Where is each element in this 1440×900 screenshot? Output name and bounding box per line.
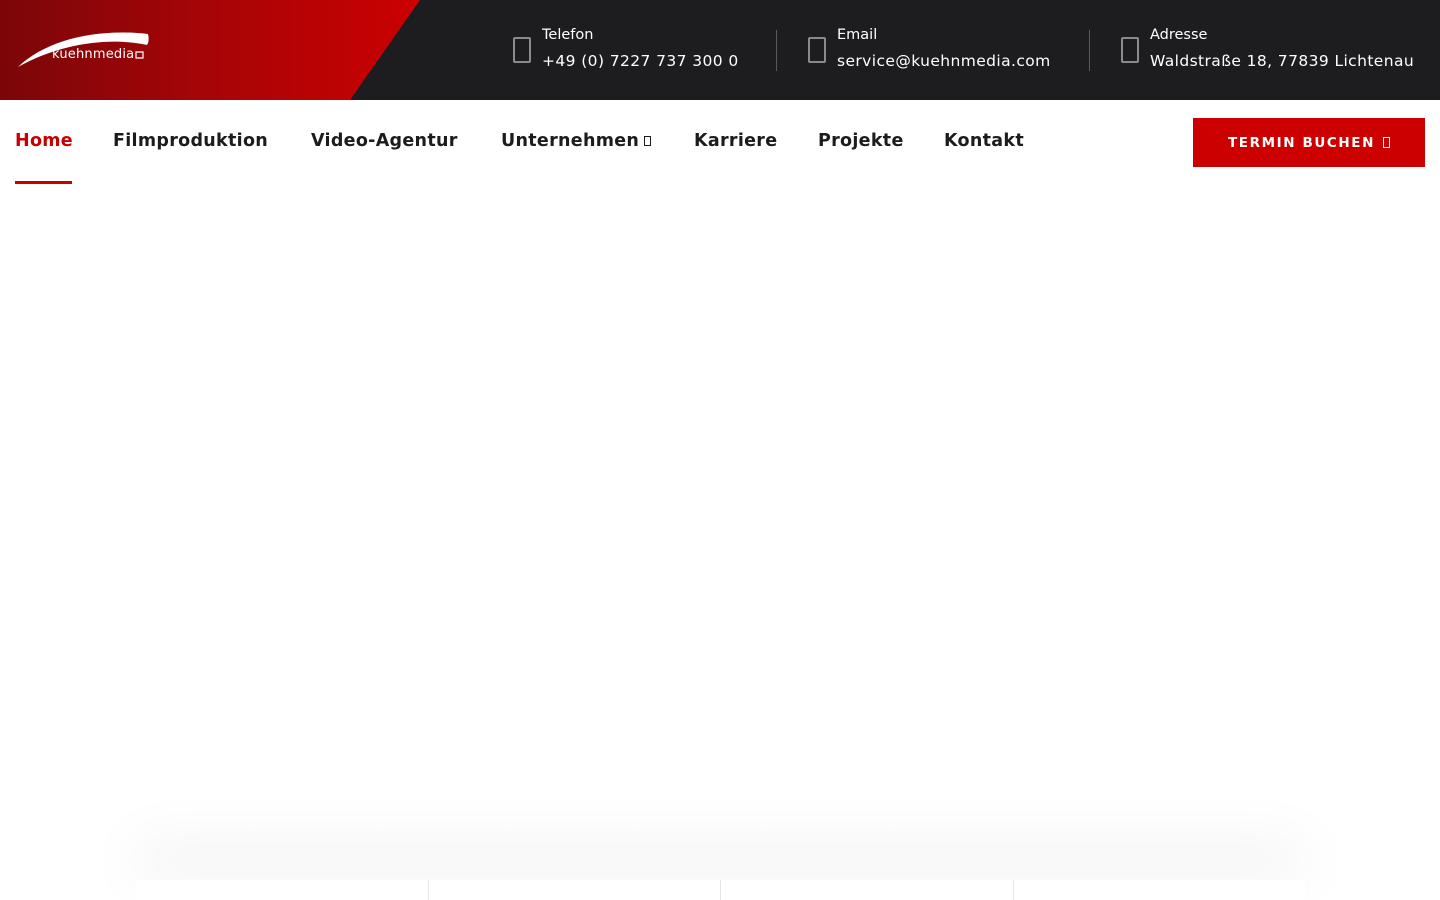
hero-section <box>0 186 1440 900</box>
nav-item-kontakt[interactable]: Kontakt <box>944 131 1024 151</box>
nav-item-unternehmen[interactable]: Unternehmen <box>501 131 652 151</box>
logo-wordmark: kuehnmedia <box>52 47 135 62</box>
termin-buchen-label: TERMIN BUCHEN <box>1227 134 1376 151</box>
nav-active-underline <box>15 181 72 184</box>
nav-item-filmproduktion[interactable]: Filmproduktion <box>113 131 268 151</box>
feature-card[interactable] <box>1013 880 1305 900</box>
feature-card[interactable] <box>136 880 428 900</box>
email-icon <box>808 37 826 63</box>
nav-item-unternehmen-label: Unternehmen <box>501 131 640 151</box>
nav-item-karriere[interactable]: Karriere <box>694 131 777 151</box>
phone-icon <box>513 37 531 63</box>
feature-card[interactable] <box>428 880 720 900</box>
termin-buchen-button[interactable]: TERMIN BUCHEN <box>1193 118 1425 167</box>
calendar-icon <box>1383 137 1391 148</box>
chevron-down-icon <box>644 136 652 146</box>
contact-email-label: Email <box>837 27 878 43</box>
contact-divider <box>776 30 777 71</box>
location-icon <box>1121 37 1139 63</box>
contact-phone-value[interactable]: +49 (0) 7227 737 300 0 <box>542 52 739 70</box>
contact-phone-label: Telefon <box>542 27 594 43</box>
contact-divider <box>1089 30 1090 71</box>
contact-address-value[interactable]: Waldstraße 18, 77839 Lichtenau <box>1150 52 1414 70</box>
nav-item-video-agentur[interactable]: Video-Agentur <box>311 131 458 151</box>
contact-address-label: Adresse <box>1150 27 1208 43</box>
contact-email[interactable]: Email service@kuehnmedia.com <box>808 0 1078 100</box>
contact-phone[interactable]: Telefon +49 (0) 7227 737 300 0 <box>512 0 762 100</box>
nav-item-projekte[interactable]: Projekte <box>818 131 904 151</box>
feature-card[interactable] <box>720 880 1012 900</box>
contact-address[interactable]: Adresse Waldstraße 18, 77839 Lichtenau <box>1121 0 1436 100</box>
nav-item-home[interactable]: Home <box>15 131 73 151</box>
kuehnmedia-logo[interactable]: kuehnmedia <box>16 26 156 72</box>
contact-email-value[interactable]: service@kuehnmedia.com <box>837 52 1051 70</box>
main-nav: Home Filmproduktion Video-Agentur Untern… <box>0 100 1440 186</box>
top-bar: kuehnmedia Telefon +49 (0) 7227 737 300 … <box>0 0 1440 100</box>
